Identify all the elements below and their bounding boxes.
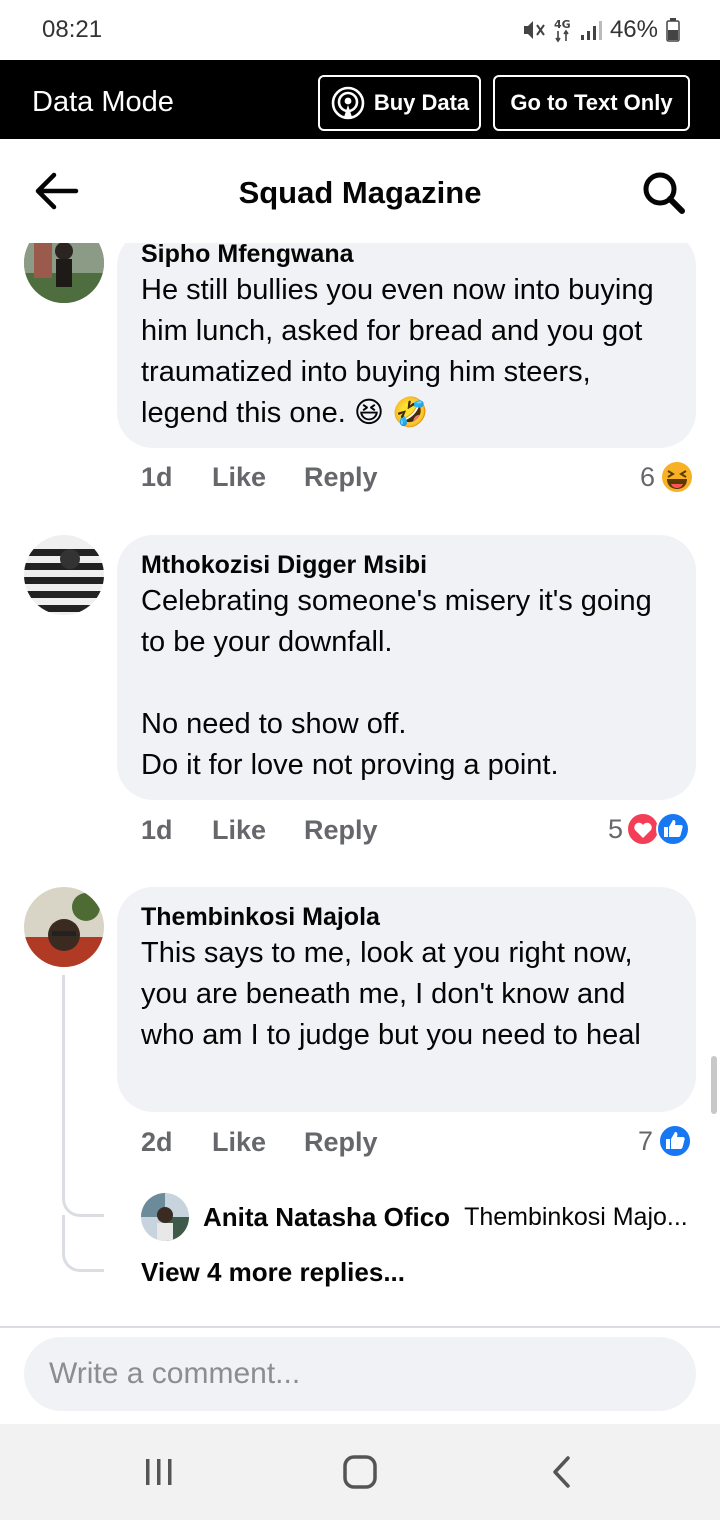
comment-text: Celebrating someone's misery it's going …: [141, 585, 652, 781]
data-mode-title: Data Mode: [32, 86, 174, 118]
reaction-count: 6: [640, 461, 656, 492]
buy-data-button[interactable]: Buy Data: [318, 75, 481, 131]
avatar-photo: [24, 535, 104, 615]
status-bar: 08:21 4G 46%: [0, 0, 720, 60]
reply-button[interactable]: Reply: [304, 462, 378, 493]
battery-icon: [666, 18, 680, 42]
battery-percent: 46%: [609, 16, 658, 43]
like-button[interactable]: Like: [212, 815, 304, 846]
haha-icon: [660, 460, 695, 494]
svg-text:4G: 4G: [554, 18, 571, 31]
reply-button[interactable]: Reply: [304, 815, 378, 846]
status-icons: 4G 46%: [522, 16, 680, 44]
comment-item: Sipho Mfengwana He still bullies you eve…: [0, 243, 720, 513]
reply-button[interactable]: Reply: [304, 1127, 378, 1158]
signal-icon: [580, 21, 602, 40]
avatar[interactable]: [24, 243, 104, 303]
comment-author[interactable]: Thembinkosi Majola: [141, 901, 672, 933]
avatar[interactable]: [141, 1193, 189, 1241]
comment-author[interactable]: Sipho Mfengwana: [141, 243, 672, 270]
comment-item: Mthokozisi Digger Msibi Celebrating some…: [0, 535, 720, 855]
reply-preview[interactable]: Anita Natasha Ofico Thembinkosi Majo...: [141, 1193, 701, 1241]
comment-input[interactable]: [49, 1357, 696, 1391]
comment-composer[interactable]: [24, 1337, 696, 1411]
status-time: 08:21: [42, 16, 103, 43]
reaction-summary[interactable]: 6: [640, 459, 695, 495]
comment-bubble[interactable]: Mthokozisi Digger Msibi Celebrating some…: [117, 535, 696, 800]
back-icon[interactable]: [550, 1455, 574, 1489]
like-button[interactable]: Like: [212, 462, 304, 493]
buy-data-label: Buy Data: [373, 90, 470, 115]
divider: [0, 1326, 720, 1328]
comment-author[interactable]: Mthokozisi Digger Msibi: [141, 549, 672, 581]
comment-bubble[interactable]: Thembinkosi Majola This says to me, look…: [117, 887, 696, 1112]
like-button[interactable]: Like: [212, 1127, 304, 1158]
comment-text: He still bullies you even now into buyin…: [141, 274, 654, 429]
avatar-photo: [24, 243, 104, 303]
comment-actions: 2d Like Reply: [141, 1127, 378, 1158]
comment-text: This says to me, look at you right now, …: [141, 937, 641, 1051]
comment-item: Thembinkosi Majola This says to me, look…: [0, 887, 720, 1307]
reply-text: Thembinkosi Majo...: [464, 1202, 688, 1231]
thread-connector: [62, 1215, 104, 1272]
data-mode-bar: Data Mode Buy Data Go to Text Only: [0, 60, 720, 139]
view-more-replies-link[interactable]: View 4 more replies...: [141, 1257, 405, 1288]
like-icon: [656, 812, 691, 846]
text-only-label: Go to Text Only: [510, 90, 673, 115]
like-icon: [658, 1124, 693, 1158]
page-header: Squad Magazine: [0, 139, 720, 243]
reaction-summary[interactable]: 7: [638, 1123, 693, 1159]
search-icon[interactable]: [640, 170, 688, 214]
reaction-summary[interactable]: 5: [608, 811, 691, 847]
recent-apps-icon[interactable]: [143, 1457, 175, 1487]
comment-bubble[interactable]: Sipho Mfengwana He still bullies you eve…: [117, 243, 696, 448]
thread-line: [62, 975, 65, 1165]
reaction-count: 5: [608, 813, 624, 844]
comment-actions: 1d Like Reply: [141, 815, 378, 846]
thread-connector: [62, 1160, 104, 1217]
scrollbar[interactable]: [711, 1056, 717, 1114]
comment-actions: 1d Like Reply: [141, 462, 378, 493]
mute-icon: [523, 21, 545, 39]
avatar[interactable]: [24, 887, 104, 967]
avatar[interactable]: [24, 535, 104, 615]
system-nav-bar: [0, 1424, 720, 1520]
avatar-photo: [24, 887, 104, 967]
comment-time: 1d: [141, 815, 173, 845]
network-4g-icon: 4G: [554, 18, 571, 43]
reaction-count: 7: [638, 1125, 654, 1156]
text-only-button[interactable]: Go to Text Only: [493, 75, 690, 131]
home-icon[interactable]: [342, 1454, 378, 1490]
reply-author[interactable]: Anita Natasha Ofico: [203, 1202, 450, 1233]
page-title: Squad Magazine: [238, 175, 482, 210]
comment-time: 1d: [141, 462, 173, 492]
broadcast-icon: [331, 86, 365, 120]
comment-time: 2d: [141, 1127, 173, 1157]
avatar-photo: [141, 1193, 189, 1241]
